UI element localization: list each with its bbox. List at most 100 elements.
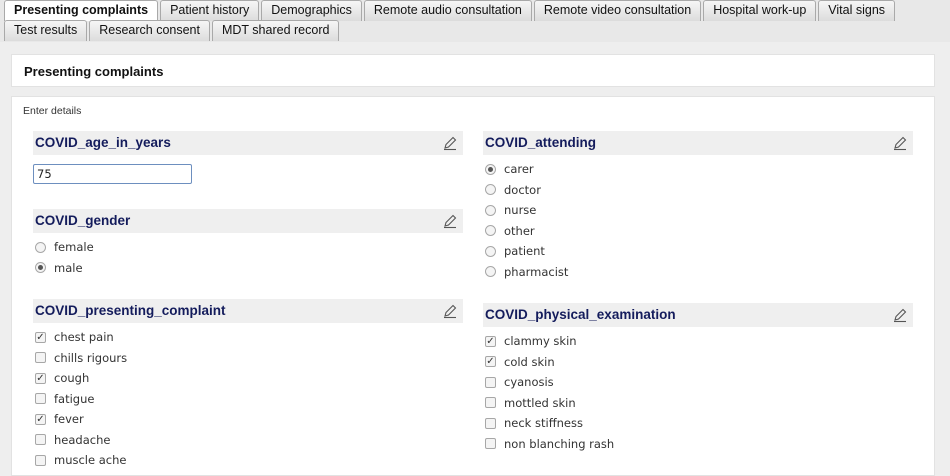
field-title-text: COVID_attending [485, 135, 597, 150]
checkbox-option-clammy-skin[interactable]: ✓ clammy skin [483, 331, 913, 352]
field-title-attending: COVID_attending [483, 131, 913, 155]
option-label: muscle ache [54, 453, 127, 468]
panel-body: Enter details COVID_age_in_years COVID_g… [11, 96, 935, 476]
edit-pen-icon[interactable] [442, 303, 458, 319]
radio-button[interactable] [485, 225, 496, 237]
checkbox-option-chest-pain[interactable]: ✓ chest pain [33, 327, 463, 348]
checkbox[interactable] [485, 417, 496, 429]
tab-presenting-complaints[interactable]: Presenting complaints [4, 0, 159, 21]
field-attending: COVID_attending carer doctor nurse other… [483, 131, 913, 282]
option-label: headache [54, 432, 111, 447]
checkbox[interactable] [35, 393, 46, 405]
checkbox-option-non-blanching-rash[interactable]: non blanching rash [483, 434, 913, 455]
tab-demographics[interactable]: Demographics [261, 0, 362, 21]
form-panel: Presenting complaints Enter details COVI… [11, 54, 935, 476]
checkbox[interactable] [35, 454, 46, 466]
radio-button[interactable] [485, 163, 496, 175]
checkbox[interactable]: ✓ [35, 372, 46, 384]
radio-option-patient[interactable]: patient [483, 241, 913, 262]
enter-details-label: Enter details [23, 105, 82, 117]
field-title-text: COVID_physical_examination [485, 307, 676, 322]
checkbox-option-chills-rigours[interactable]: chills rigours [33, 348, 463, 369]
checkbox-option-fatigue[interactable]: fatigue [33, 389, 463, 410]
field-title-presenting-complaint: COVID_presenting_complaint [33, 299, 463, 323]
field-title-age: COVID_age_in_years [33, 131, 463, 155]
radio-button[interactable] [485, 184, 496, 196]
radio-button[interactable] [35, 262, 46, 274]
option-label: chills rigours [54, 350, 128, 365]
checkbox-option-mottled-skin[interactable]: mottled skin [483, 393, 913, 414]
option-label: cold skin [504, 354, 555, 369]
checkbox-option-headache[interactable]: headache [33, 430, 463, 451]
option-label: female [54, 240, 94, 255]
checkbox[interactable] [485, 376, 496, 388]
tab-patient-history[interactable]: Patient history [160, 0, 260, 21]
checkbox[interactable]: ✓ [35, 331, 46, 343]
radio-option-other[interactable]: other [483, 221, 913, 242]
option-label: neck stiffness [504, 416, 583, 431]
edit-pen-icon[interactable] [892, 135, 908, 151]
option-label: nurse [504, 203, 537, 218]
tab-remote-audio-consultation[interactable]: Remote audio consultation [363, 0, 532, 21]
checkbox[interactable] [485, 438, 496, 450]
radio-button[interactable] [485, 266, 496, 278]
option-label: patient [504, 244, 545, 259]
tab-test-results[interactable]: Test results [4, 20, 88, 41]
field-age: COVID_age_in_years [33, 131, 463, 184]
age-input[interactable] [33, 164, 192, 184]
field-gender: COVID_gender female male [33, 209, 463, 278]
option-label: pharmacist [504, 264, 569, 279]
checkbox-option-cold-skin[interactable]: ✓ cold skin [483, 352, 913, 373]
option-label: mottled skin [504, 395, 576, 410]
checkbox[interactable]: ✓ [485, 356, 496, 368]
radio-option-pharmacist[interactable]: pharmacist [483, 262, 913, 283]
field-title-text: COVID_age_in_years [35, 135, 171, 150]
checkbox-option-cyanosis[interactable]: cyanosis [483, 372, 913, 393]
tab-vital-signs[interactable]: Vital signs [818, 0, 896, 21]
field-title-gender: COVID_gender [33, 209, 463, 233]
radio-option-doctor[interactable]: doctor [483, 180, 913, 201]
edit-pen-icon[interactable] [892, 307, 908, 323]
tab-remote-video-consultation[interactable]: Remote video consultation [533, 0, 702, 21]
option-label: chest pain [54, 330, 114, 345]
field-title-text: COVID_gender [35, 213, 131, 228]
checkbox[interactable]: ✓ [485, 335, 496, 347]
checkbox-option-fever[interactable]: ✓ fever [33, 409, 463, 430]
field-title-text: COVID_presenting_complaint [35, 303, 226, 318]
field-physical-examination: COVID_physical_examination ✓ clammy skin… [483, 303, 913, 454]
checkbox-option-muscle-ache[interactable]: muscle ache [33, 450, 463, 471]
option-label: non blanching rash [504, 436, 615, 451]
checkbox[interactable]: ✓ [35, 413, 46, 425]
checkbox[interactable] [35, 434, 46, 446]
radio-option-female[interactable]: female [33, 237, 463, 258]
radio-button[interactable] [485, 204, 496, 216]
radio-option-male[interactable]: male [33, 258, 463, 279]
option-label: clammy skin [504, 334, 577, 349]
tab-research-consent[interactable]: Research consent [89, 20, 210, 41]
option-label: cough [54, 371, 90, 386]
radio-option-nurse[interactable]: nurse [483, 200, 913, 221]
option-label: fatigue [54, 391, 95, 406]
field-title-physical-examination: COVID_physical_examination [483, 303, 913, 327]
radio-option-carer[interactable]: carer [483, 159, 913, 180]
radio-button[interactable] [485, 245, 496, 257]
checkbox-option-neck-stiffness[interactable]: neck stiffness [483, 413, 913, 434]
checkbox[interactable] [485, 397, 496, 409]
option-label: carer [504, 162, 534, 177]
field-presenting-complaint: COVID_presenting_complaint ✓ chest pain … [33, 299, 463, 471]
radio-button[interactable] [35, 241, 46, 253]
option-label: cyanosis [504, 375, 554, 390]
checkbox[interactable] [35, 352, 46, 364]
checkbox-option-cough[interactable]: ✓ cough [33, 368, 463, 389]
tab-hospital-work-up[interactable]: Hospital work-up [703, 0, 817, 21]
tab-bar: Presenting complaints Patient history De… [0, 0, 950, 42]
option-label: fever [54, 412, 84, 427]
panel-title: Presenting complaints [11, 54, 935, 87]
edit-pen-icon[interactable] [442, 135, 458, 151]
tab-row-1: Presenting complaints Patient history De… [4, 0, 897, 21]
edit-pen-icon[interactable] [442, 213, 458, 229]
tab-row-2: Test results Research consent MDT shared… [4, 20, 341, 41]
option-label: doctor [504, 182, 541, 197]
option-label: other [504, 223, 535, 238]
tab-mdt-shared-record[interactable]: MDT shared record [211, 20, 340, 41]
